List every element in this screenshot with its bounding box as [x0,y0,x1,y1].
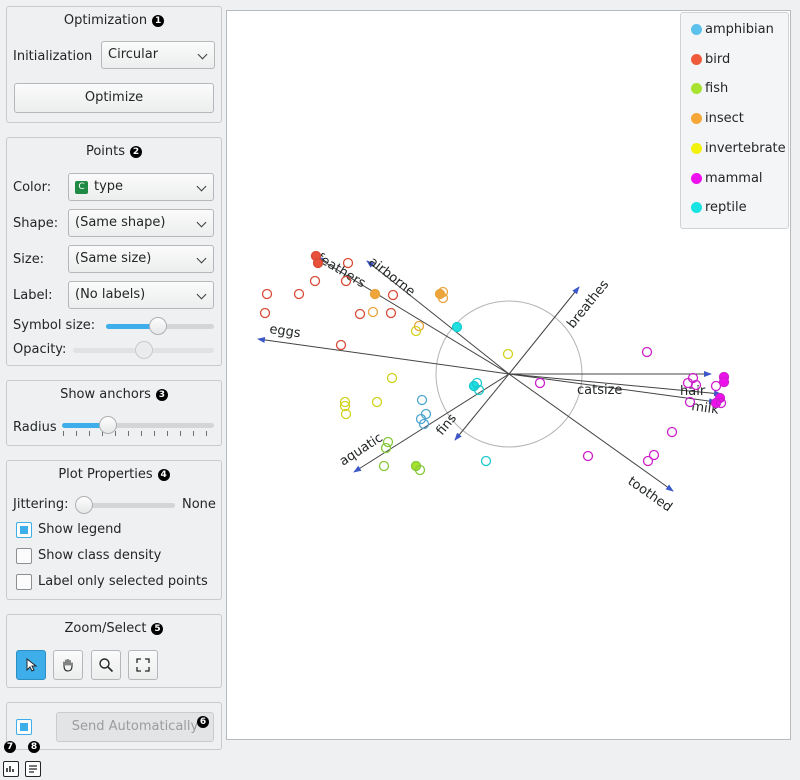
report-icon[interactable] [3,761,19,777]
radius-tick [206,431,207,436]
badge-2: 2 [130,146,143,158]
legend-label: reptile [705,200,747,215]
points-title: Points 2 [7,144,221,159]
legend-dot-mammal [691,173,702,184]
legend-label: fish [705,81,729,96]
legend-label: insect [705,111,744,126]
magnifier-icon [99,658,114,673]
fit-icon [136,658,150,672]
radius-tick [193,431,194,436]
badge-4: 4 [157,469,170,481]
symbol-size-slider-handle[interactable] [149,317,167,335]
label-selected-label: Label only selected points [38,574,208,589]
chevron-down-icon [196,289,207,300]
shape-value: (Same shape) [75,215,166,230]
show-class-density-checkbox[interactable] [16,548,32,564]
color-label: Color: [13,180,52,195]
label-value: (No labels) [75,287,146,302]
zoom-tool-button[interactable] [91,650,121,680]
legend-dot-invertebrate [691,143,702,154]
pan-tool-button[interactable] [53,650,83,680]
chevron-down-icon [196,217,207,228]
points-group: Points 2 Color: Ctype Shape: (Same shape)… [6,137,222,366]
radius-tick [167,431,168,436]
reset-zoom-button[interactable] [128,650,158,680]
legend-label: mammal [705,171,763,186]
doc-glyph-icon [29,765,37,773]
badge-8: 8 [28,741,40,753]
badge-1: 1 [152,15,165,27]
opacity-label: Opacity: [13,342,67,357]
badge-6: 6 [197,716,209,728]
radius-tick [128,431,129,436]
label-label: Label: [13,288,53,303]
chevron-down-icon [196,253,207,264]
legend-label: invertebrate [705,141,786,156]
color-value: type [94,179,124,194]
badge-3: 3 [155,389,168,401]
show-legend-checkbox[interactable] [16,522,32,538]
send-auto-checkbox[interactable] [16,719,32,735]
badge-7: 7 [4,741,16,753]
legend-dot-amphibian [691,24,702,35]
jittering-slider-track[interactable] [79,503,175,508]
legend-label: bird [705,52,731,67]
legend-dot-fish [691,83,702,94]
help-icon[interactable] [25,761,41,777]
initialization-combo[interactable]: Circular [101,41,215,69]
radius-tick [141,431,142,436]
show-anchors-title: Show anchors 3 [7,387,221,402]
show-class-density-label: Show class density [38,548,162,563]
show-anchors-group: Show anchors 3 Radius [6,380,222,446]
zoom-select-group: Zoom/Select 5 [6,614,222,688]
jittering-value: None [182,497,216,512]
color-combo[interactable]: Ctype [68,173,214,201]
legend-dot-reptile [691,202,702,213]
chevron-down-icon [197,49,208,60]
initialization-label: Initialization [13,49,93,64]
label-selected-checkbox[interactable] [16,574,32,590]
optimize-button[interactable]: Optimize [14,83,214,113]
opacity-slider-handle[interactable] [135,341,153,359]
plot-legend: amphibian bird fish insect invertebrate … [680,12,789,229]
radius-tick [89,431,90,436]
jittering-label: Jittering: [13,497,69,512]
optimization-title: Optimization 1 [7,13,221,28]
shape-label: Shape: [13,216,59,231]
hand-icon [63,658,73,672]
zoom-select-title: Zoom/Select 5 [7,621,221,636]
size-label: Size: [13,252,45,267]
badge-5: 5 [151,623,164,635]
label-combo[interactable]: (No labels) [68,281,214,309]
report-glyph-icon [6,766,14,772]
radius-tick [63,431,64,436]
radius-tick [76,431,77,436]
legend-dot-bird [691,54,702,65]
jittering-slider-handle[interactable] [75,496,93,514]
radius-tick [154,431,155,436]
size-value: (Same size) [75,251,152,266]
plot-properties-title: Plot Properties 4 [7,467,221,482]
chevron-down-icon [196,181,207,192]
show-legend-label: Show legend [38,522,122,537]
legend-label: amphibian [705,22,774,37]
radius-tick [115,431,116,436]
symbol-size-label: Symbol size: [13,318,96,333]
radius-label: Radius [13,420,57,435]
radius-tick [180,431,181,436]
shape-combo[interactable]: (Same shape) [68,209,214,237]
legend-dot-insect [691,113,702,124]
radius-slider-handle[interactable] [99,416,117,434]
select-tool-button[interactable] [16,650,46,680]
optimization-group: Optimization 1 Initialization Circular Op… [6,6,222,123]
plot-properties-group: Plot Properties 4 Jittering: None Show le… [6,460,222,600]
initialization-value: Circular [108,47,159,62]
size-combo[interactable]: (Same size) [68,245,214,273]
categorical-icon: C [75,181,88,194]
pointer-icon [26,657,38,672]
send-automatically-button[interactable]: Send Automatically [56,712,214,742]
